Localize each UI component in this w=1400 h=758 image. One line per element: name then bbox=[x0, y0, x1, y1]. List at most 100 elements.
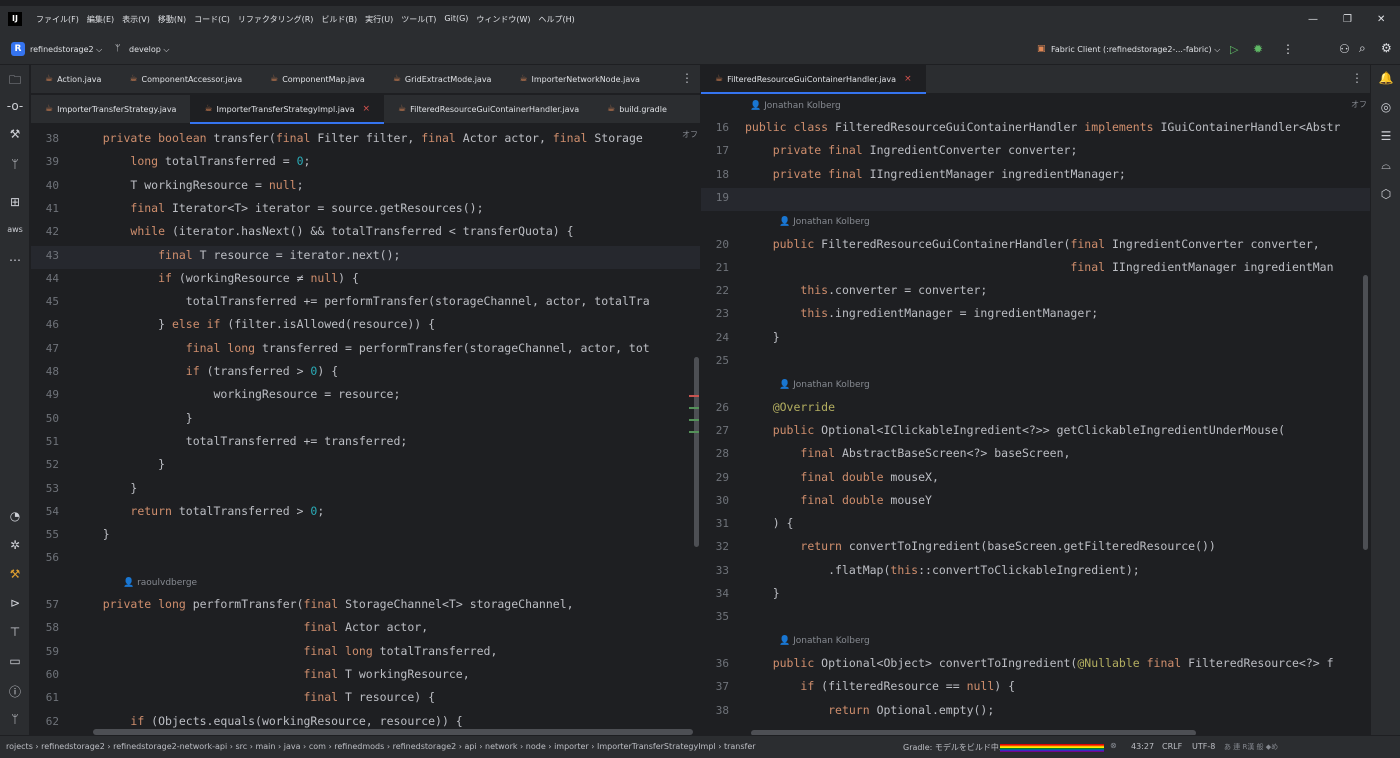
pull-requests-icon[interactable]: ᛘ bbox=[0, 157, 30, 171]
code-line: final T workingResource, bbox=[303, 666, 470, 681]
maven-icon[interactable]: ⬡ bbox=[1371, 187, 1400, 201]
editor-tab[interactable]: ☕ ImporterTransferStrategy.java bbox=[31, 95, 190, 124]
menu-item[interactable]: コード(C) bbox=[194, 14, 230, 25]
vertical-scrollbar[interactable] bbox=[694, 357, 699, 547]
debug-icon[interactable]: ✹ bbox=[1253, 42, 1263, 56]
editor-tab[interactable]: ☕ ComponentAccessor.java bbox=[115, 65, 256, 94]
services-icon[interactable]: ✲ bbox=[0, 538, 30, 552]
gradle-icon[interactable]: ⌓ bbox=[1371, 158, 1400, 173]
line-number: 21 bbox=[715, 260, 729, 274]
build-hammer-icon[interactable]: ⚒ bbox=[0, 567, 30, 581]
breadcrumb-item[interactable]: network bbox=[485, 742, 518, 751]
author-inlay[interactable]: 👤 raoulvdberge bbox=[123, 578, 197, 588]
settings-gear-icon[interactable]: ⚙ bbox=[1381, 41, 1392, 55]
editor-tab[interactable]: ☕ ComponentMap.java bbox=[256, 65, 379, 94]
close-tab-icon[interactable]: × bbox=[904, 74, 912, 84]
breadcrumb-item[interactable]: com bbox=[309, 742, 326, 751]
editor-tab[interactable]: ☕ FilteredResourceGuiContainerHandler.jav… bbox=[384, 95, 593, 124]
hammer-icon[interactable]: ⚒ bbox=[0, 127, 30, 141]
menu-item[interactable]: 表示(V) bbox=[122, 14, 150, 25]
menu-item[interactable]: Git(G) bbox=[444, 14, 468, 25]
breadcrumb-item[interactable]: node bbox=[526, 742, 546, 751]
project-selector[interactable]: refinedstorage2 ⌵ bbox=[30, 45, 102, 55]
more-actions-icon[interactable]: ⋮ bbox=[1282, 42, 1294, 56]
author-inlay[interactable]: 👤 Jonathan Kolberg bbox=[779, 217, 870, 227]
project-folder-icon[interactable]: 🗀 bbox=[0, 71, 30, 92]
aws-icon[interactable]: aws bbox=[0, 225, 30, 234]
file-encoding[interactable]: UTF-8 bbox=[1192, 742, 1215, 751]
breadcrumb-item[interactable]: refinedstorage2-network-api bbox=[113, 742, 227, 751]
ai-assistant-icon[interactable]: ◎ bbox=[1371, 100, 1400, 114]
reader-mode-toggle[interactable]: オフ bbox=[1351, 99, 1367, 110]
breadcrumb-item[interactable]: java bbox=[284, 742, 301, 751]
menu-item[interactable]: ファイル(F) bbox=[36, 14, 79, 25]
menu-item[interactable]: ヘルプ(H) bbox=[539, 14, 575, 25]
menu-item[interactable]: 移動(N) bbox=[158, 14, 186, 25]
caret-position[interactable]: 43:27 bbox=[1131, 742, 1154, 751]
notifications-icon[interactable]: 🔔 bbox=[1371, 71, 1400, 85]
author-inlay[interactable]: 👤 Jonathan Kolberg bbox=[779, 636, 870, 646]
menu-item[interactable]: リファクタリング(R) bbox=[238, 14, 313, 25]
editor-tab[interactable]: ☕ FilteredResourceGuiContainerHandler.jav… bbox=[701, 64, 926, 94]
git-icon[interactable]: ᛘ bbox=[0, 712, 30, 726]
breadcrumb-item[interactable]: api bbox=[465, 742, 477, 751]
tabs-more-icon[interactable]: ⋮ bbox=[681, 71, 693, 85]
editor-tab[interactable]: ☕ ImporterNetworkNode.java bbox=[505, 65, 653, 94]
account-icon[interactable]: ⚇ bbox=[1339, 42, 1350, 56]
line-number: 32 bbox=[715, 540, 729, 554]
branch-selector[interactable]: develop ⌵ bbox=[129, 45, 169, 55]
editor-tab[interactable]: ☕ build.gradle bbox=[593, 95, 681, 124]
editor-tab[interactable]: ☕ ImporterTransferStrategyImpl.java × bbox=[190, 94, 385, 124]
line-number: 59 bbox=[45, 644, 59, 658]
menu-item[interactable]: 実行(U) bbox=[365, 14, 393, 25]
line-ending[interactable]: CRLF bbox=[1162, 742, 1182, 751]
commit-icon[interactable]: -o- bbox=[0, 99, 30, 113]
left-editor[interactable]: オフ 👤 raoulvdberge 38 private boolean tra… bbox=[31, 125, 700, 735]
run-config-selector[interactable]: Fabric Client (:refinedstorage2-...-fabr… bbox=[1051, 45, 1220, 55]
right-editor[interactable]: オフ 👤 Jonathan Kolberg 👤 Jonathan Kolberg… bbox=[701, 95, 1370, 735]
breadcrumb-item[interactable]: src bbox=[235, 742, 247, 751]
author-inlay[interactable]: 👤 Jonathan Kolberg bbox=[779, 380, 870, 390]
editor-tab[interactable]: ☕ Action.java bbox=[31, 65, 115, 94]
cancel-progress-icon[interactable]: ⊗ bbox=[1110, 741, 1117, 750]
close-tab-icon[interactable]: × bbox=[363, 104, 371, 114]
breadcrumb-item[interactable]: transfer bbox=[724, 742, 756, 751]
tab-label: ComponentMap.java bbox=[282, 74, 365, 84]
restore-button[interactable]: ❐ bbox=[1343, 14, 1352, 25]
close-window-button[interactable]: ✕ bbox=[1377, 14, 1385, 25]
breadcrumb-item[interactable]: refinedstorage2 bbox=[41, 742, 105, 751]
run-tool-icon[interactable]: ⊳ bbox=[0, 596, 30, 610]
profiler-icon[interactable]: ◔ bbox=[0, 509, 30, 523]
breadcrumb-item[interactable]: importer bbox=[554, 742, 589, 751]
menu-item[interactable]: ウィンドウ(W) bbox=[476, 14, 530, 25]
left-tabs-row-1: ☕ Action.java ☕ ComponentAccessor.java ☕ Comp… bbox=[31, 65, 700, 95]
breadcrumb-item[interactable]: main bbox=[255, 742, 275, 751]
right-tabs-row: ☕ FilteredResourceGuiContainerHandler.jav… bbox=[701, 64, 1370, 95]
test-icon[interactable]: ⊤ bbox=[0, 625, 30, 639]
right-tabs-more-icon[interactable]: ⋮ bbox=[1351, 71, 1363, 85]
menu-item[interactable]: ツール(T) bbox=[401, 14, 436, 25]
minimize-button[interactable]: — bbox=[1308, 14, 1318, 25]
terminal-icon[interactable]: ▭ bbox=[0, 654, 30, 668]
editor-tab[interactable]: ☕ GridExtractMode.java bbox=[379, 65, 506, 94]
gradle-status[interactable]: Gradle: モデルをビルド中... bbox=[903, 742, 1006, 753]
more-tools-icon[interactable]: ⋯ bbox=[0, 253, 30, 267]
code-line: @Override bbox=[772, 399, 836, 414]
reader-mode-toggle[interactable]: オフ bbox=[682, 129, 698, 140]
menu-item[interactable]: 編集(E) bbox=[87, 14, 114, 25]
breadcrumb-item[interactable]: rojects bbox=[6, 742, 33, 751]
run-icon[interactable]: ▷ bbox=[1230, 43, 1238, 56]
status-bar: rojects › refinedstorage2 › refinedstora… bbox=[0, 735, 1400, 758]
breadcrumb-item[interactable]: refinedmods bbox=[334, 742, 384, 751]
author-inlay[interactable]: 👤 Jonathan Kolberg bbox=[750, 101, 841, 111]
breadcrumb-separator: › bbox=[517, 742, 526, 751]
database-icon[interactable]: ☰ bbox=[1371, 129, 1400, 143]
problems-icon[interactable]: ⓘ bbox=[0, 683, 30, 700]
line-number: 44 bbox=[45, 271, 59, 285]
structure-icon[interactable]: ⊞ bbox=[0, 195, 30, 209]
breadcrumb-item[interactable]: refinedstorage2 bbox=[393, 742, 457, 751]
menu-item[interactable]: ビルド(B) bbox=[321, 14, 357, 25]
vertical-scrollbar[interactable] bbox=[1363, 275, 1368, 550]
search-icon[interactable]: ⌕ bbox=[1359, 41, 1366, 56]
breadcrumb-item[interactable]: ImporterTransferStrategyImpl bbox=[597, 742, 716, 751]
